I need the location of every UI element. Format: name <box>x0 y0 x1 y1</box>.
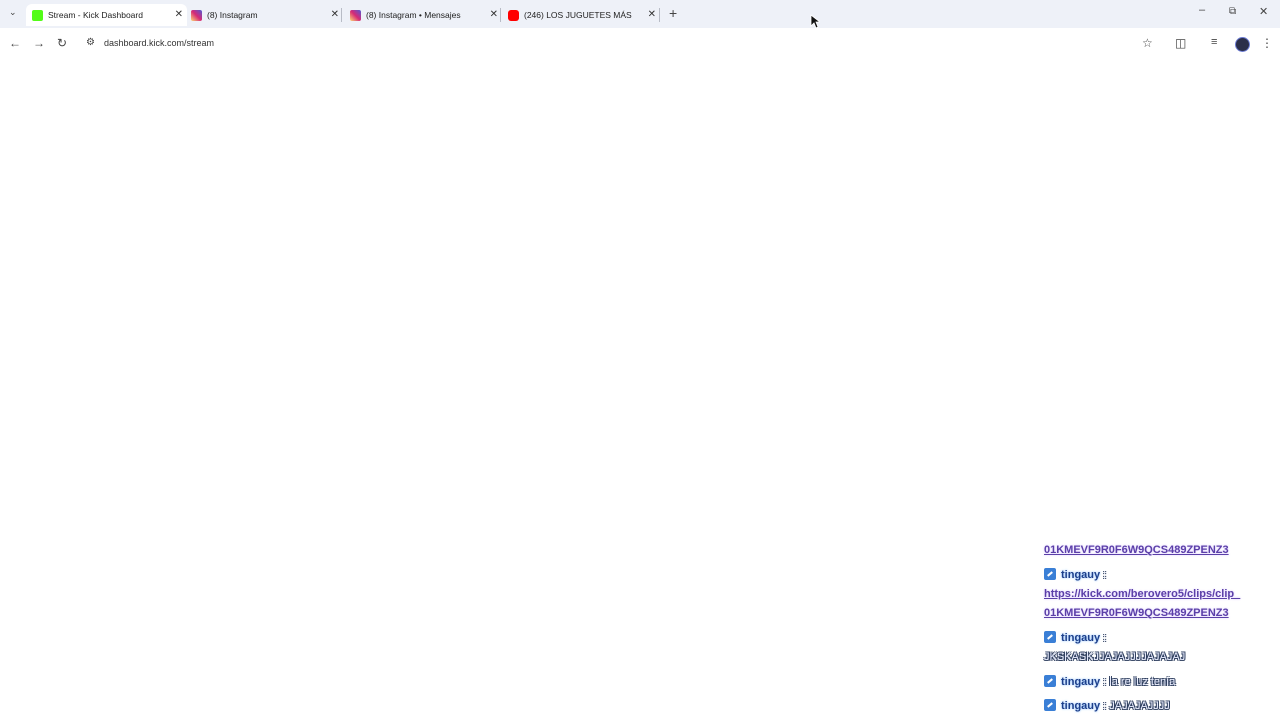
chat-line: tingauy : <box>1044 631 1106 644</box>
chat-link[interactable]: 01KMEVF9R0F6W9QCS489ZPENZ3 <box>1044 607 1229 619</box>
tab-instagram[interactable]: (8) Instagram ✕ <box>185 4 343 26</box>
forward-button[interactable]: → <box>33 37 45 49</box>
close-icon[interactable]: ✕ <box>648 9 656 21</box>
kick-badge-icon <box>1044 568 1056 580</box>
kick-badge-icon <box>1044 631 1056 643</box>
chat-line: 01KMEVF9R0F6W9QCS489ZPENZ3 <box>1044 607 1229 619</box>
chat-line: https://kick.com/berovero5/clips/clip_ <box>1044 588 1240 600</box>
menu-kebab-icon[interactable]: ⋮ <box>1261 36 1273 50</box>
chat-message: JAJAJAJJJJ <box>1109 700 1170 712</box>
new-tab-button[interactable]: + <box>669 5 677 21</box>
tab-bar: ⌄ Stream - Kick Dashboard ✕ (8) Instagra… <box>0 0 1280 28</box>
chat-username: tingauy <box>1061 569 1101 581</box>
media-control-icon[interactable]: ≡ <box>1211 36 1217 48</box>
instagram-icon <box>191 9 202 21</box>
restore-button[interactable]: ⧉ <box>1229 6 1236 17</box>
chat-message: JKSKASKJJAJAJJJJAJAJAJ <box>1044 651 1186 663</box>
youtube-icon <box>508 9 519 21</box>
close-icon[interactable]: ✕ <box>490 9 498 21</box>
browser-toolbar: ← → ↻ ⚙ dashboard.kick.com/stream ☆ ◫ ≡ … <box>0 28 1280 59</box>
tab-instagram-messages[interactable]: (8) Instagram • Mensajes ✕ <box>344 4 502 26</box>
chat-link[interactable]: https://kick.com/berovero5/clips/clip_ <box>1044 588 1240 600</box>
chat-separator: : <box>1100 632 1107 644</box>
chat-username: tingauy <box>1061 632 1101 644</box>
bookmark-star-icon[interactable]: ☆ <box>1142 36 1153 50</box>
chat-separator: : <box>1100 569 1107 581</box>
extensions-icon[interactable]: ◫ <box>1175 36 1186 50</box>
tab-title: (8) Instagram • Mensajes <box>366 10 461 20</box>
reload-button[interactable]: ↻ <box>57 37 67 49</box>
chat-line: 01KMEVF9R0F6W9QCS489ZPENZ3 <box>1044 544 1229 556</box>
tab-separator <box>500 8 501 22</box>
chat-line: tingauy : <box>1044 568 1106 581</box>
tab-separator <box>659 8 660 22</box>
kick-badge-icon <box>1044 699 1056 711</box>
chat-separator: : <box>1100 700 1110 712</box>
tab-kick-dashboard[interactable]: Stream - Kick Dashboard ✕ <box>26 4 187 26</box>
tab-title: (8) Instagram <box>207 10 258 20</box>
chat-message: la re luz tenía <box>1109 676 1176 688</box>
chat-separator: : <box>1100 676 1110 688</box>
back-button[interactable]: ← <box>9 37 21 49</box>
tab-separator <box>341 8 342 22</box>
chat-username: tingauy <box>1061 676 1101 688</box>
chat-line: tingauy : la re luz tenía <box>1044 675 1175 688</box>
chat-line: JKSKASKJJAJAJJJJAJAJAJ <box>1044 651 1185 663</box>
tab-search-chevron-icon[interactable]: ⌄ <box>9 7 17 18</box>
tab-title: Stream - Kick Dashboard <box>48 10 143 20</box>
instagram-icon <box>350 9 361 21</box>
chat-username: tingauy <box>1061 700 1101 712</box>
mouse-cursor-icon <box>810 14 820 29</box>
address-bar[interactable]: dashboard.kick.com/stream <box>104 38 214 48</box>
tab-youtube[interactable]: (246) LOS JUGUETES MÁS COD ✕ <box>503 4 660 26</box>
site-settings-icon[interactable]: ⚙ <box>86 37 95 49</box>
tab-title: (246) LOS JUGUETES MÁS COD <box>524 10 634 20</box>
chat-line: tingauy : JAJAJAJJJJ <box>1044 699 1170 712</box>
close-window-button[interactable]: ✕ <box>1259 5 1268 18</box>
minimize-button[interactable]: – <box>1199 4 1205 16</box>
kick-badge-icon <box>1044 675 1056 687</box>
kick-icon <box>32 9 43 21</box>
close-icon[interactable]: ✕ <box>331 9 339 21</box>
chat-link[interactable]: 01KMEVF9R0F6W9QCS489ZPENZ3 <box>1044 544 1229 556</box>
profile-avatar[interactable] <box>1235 37 1250 52</box>
close-icon[interactable]: ✕ <box>175 9 183 21</box>
